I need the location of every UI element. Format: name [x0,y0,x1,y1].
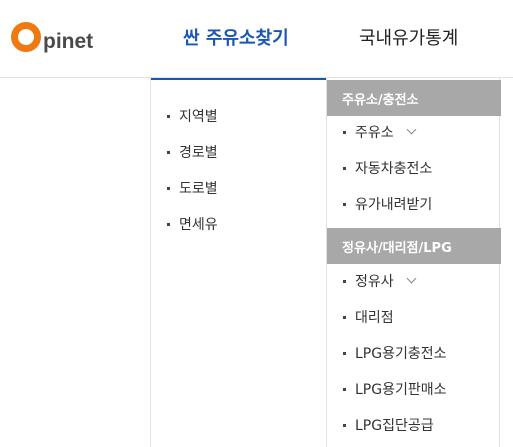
chevron-down-icon[interactable] [406,273,417,284]
menu-item-by-route[interactable]: 경로별 [167,134,218,170]
menu-item-tax-free-oil[interactable]: 면세유 [167,206,218,242]
opinet-logo[interactable]: pinet [11,18,93,58]
menu-item-label: 경로별 [179,145,218,161]
stations-list: 주유소 자동차충전소 유가내려받기 [343,114,432,222]
chevron-down-icon[interactable] [406,124,417,135]
bullet-icon [343,387,346,391]
logo-text: pinet [43,30,94,53]
bullet-icon [167,150,170,154]
bullet-icon [343,202,346,206]
menu-item-label: 정유사 [355,274,394,290]
bullet-icon [167,186,170,190]
active-indicator [151,78,326,80]
menu-item-label: LPG집단공급 [355,418,434,434]
section-header-refiners: 정유사/대리점/LPG [327,228,501,264]
bullet-icon [343,130,346,134]
menu-item-label: 면세유 [179,217,218,233]
menu-item-car-charging-station[interactable]: 자동차충전소 [343,150,432,186]
bullet-icon [167,222,170,226]
nav-cheap-gas-station[interactable]: 싼 주유소찾기 [183,27,289,51]
bullet-icon [343,423,346,427]
section-header-stations: 주유소/충전소 [327,80,501,116]
bullet-icon [343,315,346,319]
menu-item-label: 유가내려받기 [355,197,433,213]
menu-item-label: 자동차충전소 [355,161,433,177]
menu-item-label: 도로별 [179,181,218,197]
menu-item-label: 대리점 [355,310,394,326]
nav-domestic-oil-stats[interactable]: 국내유가통계 [359,27,458,51]
menu-item-label: 주유소 [355,125,394,141]
logo-o-mark [11,22,41,52]
bullet-icon [343,351,346,355]
menu-item-refiner[interactable]: 정유사 [343,263,447,299]
menu-item-lpg-cylinder-sales[interactable]: LPG용기판매소 [343,371,447,407]
menu-item-gas-station[interactable]: 주유소 [343,114,432,150]
refiners-list: 정유사 대리점 LPG용기충전소 LPG용기판매소 LPG집단공급 [343,263,447,443]
menu-item-lpg-cylinder-charging[interactable]: LPG용기충전소 [343,335,447,371]
menu-item-lpg-group-supply[interactable]: LPG집단공급 [343,407,447,443]
bullet-icon [343,166,346,170]
menu-item-price-download[interactable]: 유가내려받기 [343,186,432,222]
bullet-icon [167,114,170,118]
nav-dropdown-menu: 지역별 경로별 도로별 면세유 주유소/충전소 주유소 자동차충전소 유가내려받… [150,78,501,447]
menu-item-label: LPG용기판매소 [355,382,447,398]
bullet-icon [343,279,346,283]
menu-item-agency[interactable]: 대리점 [343,299,447,335]
search-type-list: 지역별 경로별 도로별 면세유 [167,98,218,242]
site-header: pinet 싼 주유소찾기 국내유가통계 [0,0,513,78]
menu-item-label: 지역별 [179,109,218,125]
menu-item-by-road[interactable]: 도로별 [167,170,218,206]
menu-item-by-region[interactable]: 지역별 [167,98,218,134]
menu-item-label: LPG용기충전소 [355,346,447,362]
